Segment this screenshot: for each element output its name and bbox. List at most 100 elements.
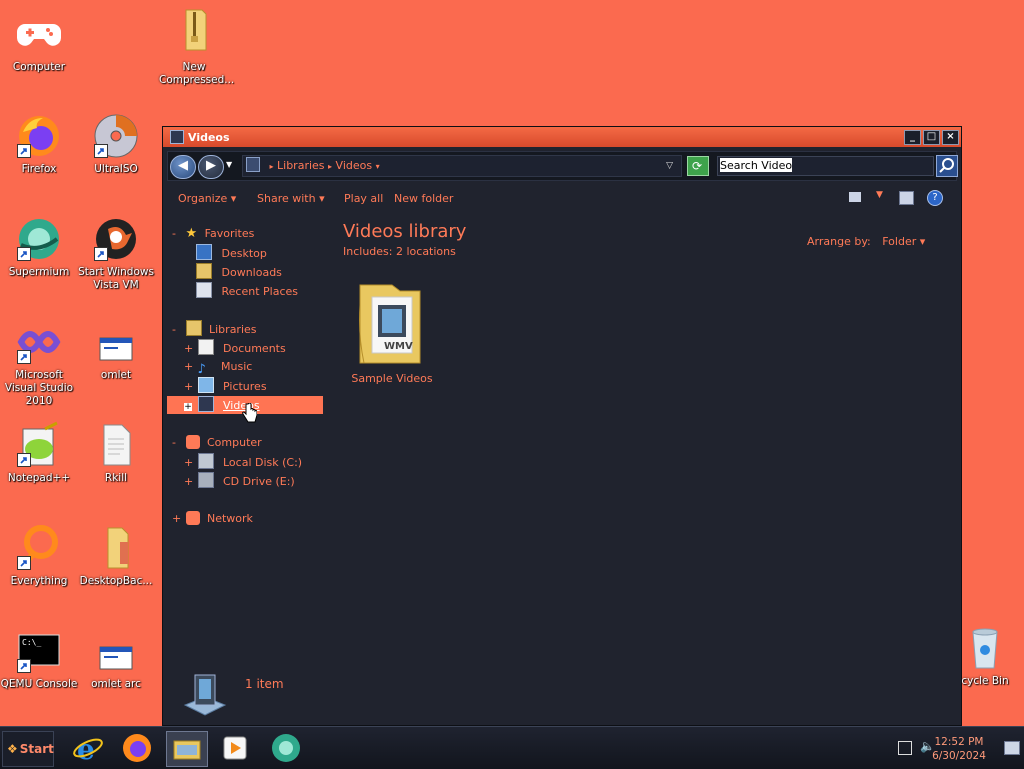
tree-item-recent-places[interactable]: Recent Places <box>196 282 298 300</box>
tree-item-computer[interactable]: - Computer <box>172 434 262 452</box>
minimize-button[interactable]: _ <box>904 129 921 145</box>
recycle-bin-icon <box>972 628 998 669</box>
tree-item-local-disk[interactable]: + Local Disk (C:) <box>184 453 302 471</box>
desktop-icon-notepadpp[interactable]: Notepad++ <box>0 421 78 485</box>
views-icon[interactable] <box>849 192 861 202</box>
desktop-icon-ultraiso[interactable]: UltraISO <box>77 112 155 176</box>
tree-item-desktop[interactable]: Desktop <box>196 244 267 262</box>
clock-date: 6/30/2024 <box>932 750 986 762</box>
window-app-icon <box>99 337 133 361</box>
tree-item-downloads[interactable]: Downloads <box>196 263 282 281</box>
desktop-icon-desktopbac[interactable]: DesktopBac... <box>77 524 155 588</box>
tree-item-pictures[interactable]: + Pictures <box>184 377 267 395</box>
desktop-icon-visual-studio[interactable]: Microsoft Visual Studio 2010 <box>0 318 78 408</box>
command-bar: Organize ▾ Share with ▾ Play all New fol… <box>163 187 961 211</box>
play-all-button[interactable]: Play all <box>344 192 383 205</box>
desktop-icon-label: Start Windows Vista VM <box>78 266 154 291</box>
desktop-icon-start-vista-vm[interactable]: Start Windows Vista VM <box>77 215 155 292</box>
tree-item-cd-drive[interactable]: + CD Drive (E:) <box>184 472 295 490</box>
tree-item-favorites[interactable]: - ★ Favorites <box>172 225 254 243</box>
taskbar-media-player[interactable] <box>215 731 255 765</box>
organize-button[interactable]: Organize ▾ <box>178 192 236 205</box>
address-box[interactable]: ▸ Libraries ▸ Videos ▾ ▽ <box>242 155 682 177</box>
folder-item-label: Sample Videos <box>351 372 433 385</box>
new-folder-button[interactable]: New folder <box>394 192 453 205</box>
arrange-by-dropdown[interactable]: Folder ▾ <box>882 235 925 248</box>
windows-logo-icon: ❖ <box>7 742 18 756</box>
breadcrumb-videos[interactable]: Videos <box>336 159 373 172</box>
includes-locations-link[interactable]: 2 locations <box>396 245 456 258</box>
refresh-button[interactable]: ⟳ <box>687 156 709 176</box>
show-desktop-button[interactable] <box>1004 741 1020 755</box>
video-folder-icon: WMV <box>359 284 421 364</box>
tree-label: Computer <box>207 436 262 449</box>
tree-item-music[interactable]: + ♪ Music <box>184 358 253 377</box>
desktop-icon-new-compressed[interactable]: New Compressed... <box>155 6 234 87</box>
taskbar-supermium[interactable] <box>266 731 306 765</box>
window-app-icon <box>99 646 133 670</box>
start-button[interactable]: ❖ Start <box>2 731 54 767</box>
desktop-icon-omlet-arc[interactable]: omlet arc <box>77 633 155 691</box>
address-dropdown-icon[interactable]: ▽ <box>666 156 673 176</box>
tree-label: Libraries <box>209 323 257 336</box>
desktop-icon-label: QEMU Console <box>0 678 78 690</box>
taskbar-internet-explorer[interactable]: e <box>68 731 108 766</box>
desktop-icon-omlet[interactable]: omlet <box>77 324 155 382</box>
help-icon[interactable]: ? <box>927 190 943 206</box>
desktop-icon <box>196 244 212 260</box>
breadcrumb-libraries[interactable]: Libraries <box>277 159 325 172</box>
desktop-icon-label: Everything <box>10 575 68 587</box>
folder-item-sample-videos[interactable]: WMV Sample Videos <box>349 275 435 385</box>
title-bar[interactable]: Videos _ □ × <box>163 127 961 147</box>
tree-item-libraries[interactable]: - Libraries <box>172 320 257 338</box>
desktop-icon-supermium[interactable]: Supermium <box>0 215 78 279</box>
forward-button[interactable]: ▶ <box>198 155 224 179</box>
magnifier-icon <box>939 158 954 173</box>
desktop-icon-qemu-console[interactable]: C:\_ QEMU Console <box>0 627 78 691</box>
close-button[interactable]: × <box>942 129 959 145</box>
clock-time: 12:52 PM <box>934 736 984 748</box>
network-tray-icon[interactable] <box>898 741 912 755</box>
recent-pages-dropdown[interactable]: ▼ <box>226 160 232 169</box>
desktop-icon-label: UltraISO <box>94 163 138 175</box>
search-box[interactable] <box>717 156 934 176</box>
shortcut-arrow-icon <box>17 247 31 261</box>
videos-library-icon <box>170 130 184 144</box>
videos-library-icon <box>197 396 214 412</box>
preview-pane-icon[interactable] <box>899 191 914 205</box>
tree-label: CD Drive (E:) <box>223 475 295 488</box>
arrange-by: Arrange by: Folder ▾ <box>807 235 925 248</box>
views-dropdown-icon[interactable]: ▼ <box>876 190 883 200</box>
status-item-count: 1 item <box>245 677 284 691</box>
hand-cursor-icon <box>242 403 257 423</box>
arrange-by-value: Folder <box>882 235 917 248</box>
pictures-icon <box>197 377 214 393</box>
taskbar-explorer[interactable] <box>166 731 208 767</box>
star-icon: ★ <box>185 226 198 241</box>
library-includes: Includes: 2 locations <box>343 245 456 258</box>
search-input[interactable] <box>720 158 792 172</box>
share-with-button[interactable]: Share with ▾ <box>257 192 325 205</box>
desktop-icon-everything[interactable]: Everything <box>0 524 78 588</box>
tree-item-documents[interactable]: + Documents <box>184 339 286 357</box>
taskbar-firefox[interactable] <box>117 731 157 765</box>
gamepad-icon <box>17 24 61 46</box>
tree-label: Music <box>221 360 253 373</box>
search-button[interactable] <box>936 155 958 177</box>
videos-library-large-icon <box>183 674 227 716</box>
document-icon <box>103 424 131 466</box>
tree-item-network[interactable]: + Network <box>172 510 253 528</box>
desktop-icon-computer[interactable]: Computer <box>0 10 78 74</box>
desktop-icon-firefox[interactable]: Firefox <box>0 112 78 176</box>
tree-label: Pictures <box>223 380 267 393</box>
desktop-icon-rkill[interactable]: Rkill <box>77 421 155 485</box>
back-button[interactable]: ◀ <box>170 155 196 179</box>
maximize-button[interactable]: □ <box>923 129 940 145</box>
recent-places-icon <box>196 282 212 298</box>
desktop-icon-label: DesktopBac... <box>79 575 153 587</box>
desktop-icon-label: Computer <box>12 61 66 73</box>
clock[interactable]: 12:52 PM 6/30/2024 <box>928 735 990 763</box>
firefox-icon <box>123 734 151 762</box>
library-title: Videos library <box>343 221 467 242</box>
desktop-icon-label: Supermium <box>8 266 70 278</box>
